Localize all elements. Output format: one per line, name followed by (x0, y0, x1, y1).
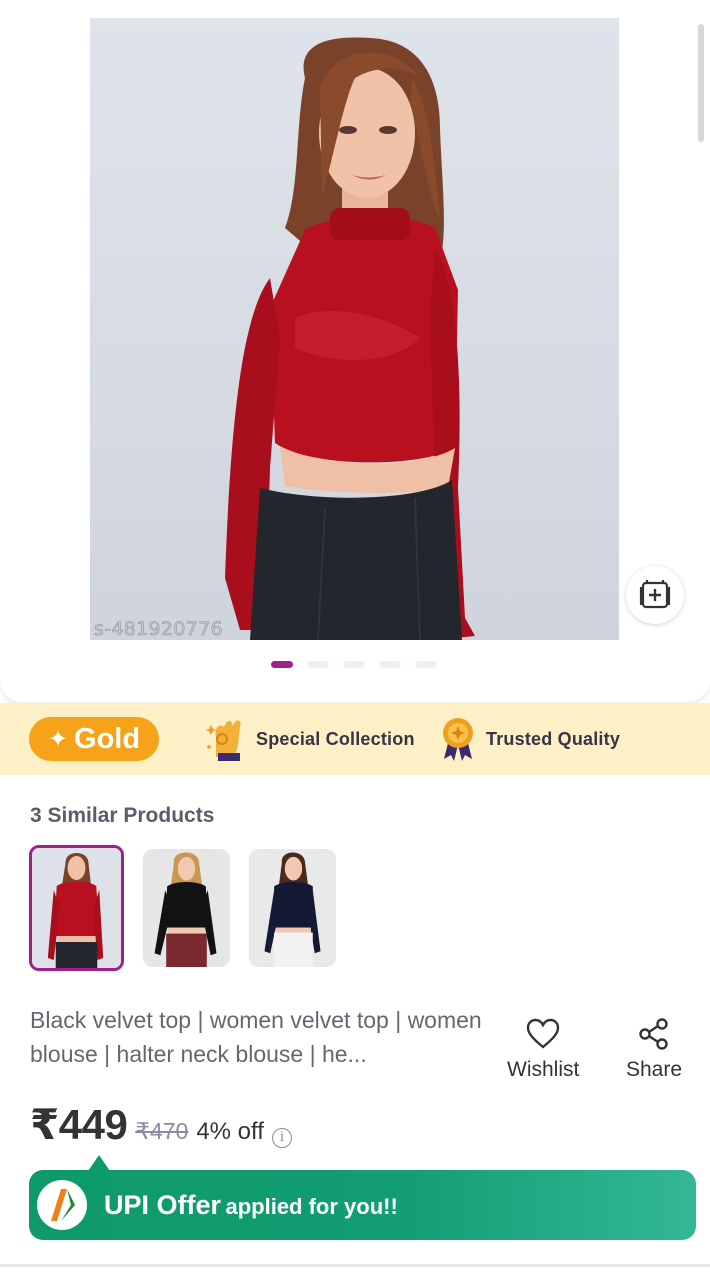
share-label: Share (626, 1058, 683, 1081)
similar-products-list (29, 845, 336, 971)
share-icon (639, 1018, 668, 1050)
view-similar-button[interactable] (626, 566, 684, 624)
original-price: ₹470 (135, 1118, 189, 1144)
info-icon[interactable]: i (271, 1127, 292, 1148)
discount-percent: 4% off (196, 1118, 264, 1145)
carousel-dot[interactable] (415, 661, 437, 668)
quality-badges-strip: ✦ Gold Special Collection Trusted Qualit… (0, 703, 710, 775)
carousel-dot[interactable] (379, 661, 401, 668)
special-collection-label: Special Collection (256, 728, 415, 749)
upi-offer-subtitle: applied for you!! (225, 1194, 398, 1219)
catalog-id-watermark: s-481920776 (94, 618, 223, 640)
upi-offer-title: UPI Offer (104, 1190, 222, 1220)
upi-banner-pointer (88, 1155, 110, 1171)
similar-product-thumb[interactable] (249, 849, 336, 967)
special-collection-badge: Special Collection (206, 717, 415, 761)
upi-offer-banner[interactable]: UPI Offer applied for you!! (29, 1170, 696, 1240)
carousel-dot[interactable] (307, 661, 329, 668)
heart-icon (526, 1018, 560, 1049)
product-image-card: s-481920776 (0, 0, 710, 702)
carousel-dot[interactable] (343, 661, 365, 668)
carousel-dot[interactable] (271, 661, 293, 668)
product-image[interactable]: s-481920776 (90, 18, 619, 640)
gold-label: Gold (74, 722, 141, 755)
trusted-quality-label: Trusted Quality (486, 728, 621, 749)
thumb-image (143, 849, 230, 967)
wishlist-button[interactable]: Wishlist (507, 1018, 579, 1082)
sparkle-icon: ✦ (47, 725, 69, 753)
upi-offer-text: UPI Offer applied for you!! (104, 1190, 398, 1221)
trusted-quality-badge: Trusted Quality (440, 717, 620, 761)
share-button[interactable]: Share (626, 1018, 682, 1082)
upi-logo-icon (37, 1180, 87, 1230)
thumb-image (249, 849, 336, 967)
award-ribbon-icon (443, 718, 473, 761)
ok-hand-icon (206, 720, 241, 761)
wishlist-label: Wishlist (507, 1058, 580, 1081)
selling-price: ₹449 (30, 1101, 128, 1148)
similar-product-thumb[interactable] (143, 849, 230, 967)
thumb-image (32, 848, 121, 968)
similar-product-thumb[interactable] (29, 845, 124, 971)
model-illustration (225, 37, 475, 640)
similar-products-heading: 3 Similar Products (30, 804, 215, 827)
carousel-indicator (0, 661, 710, 668)
product-title[interactable]: Black velvet top | women velvet top | wo… (30, 1003, 490, 1071)
gold-badge[interactable]: ✦ Gold (29, 717, 159, 761)
similar-cards-icon (639, 580, 671, 609)
scrollbar[interactable] (698, 24, 704, 142)
divider (0, 1264, 710, 1267)
price-row: ₹449 ₹470 4% off i (30, 1100, 292, 1149)
